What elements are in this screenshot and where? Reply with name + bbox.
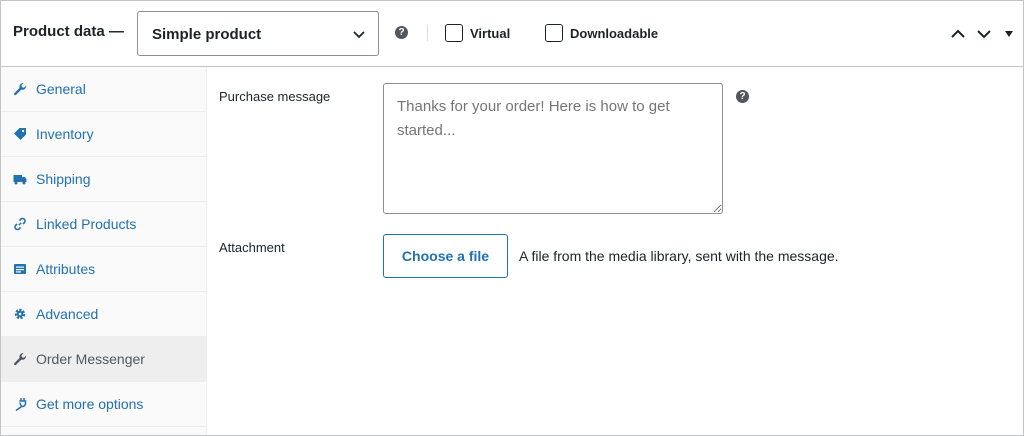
purchase-message-textarea[interactable] (383, 83, 723, 214)
sidebar-item-label: Order Messenger (36, 351, 145, 367)
purchase-message-label: Purchase message (219, 89, 331, 104)
virtual-checkbox-group[interactable]: Virtual (445, 24, 510, 42)
product-data-tabs: General Inventory Shipping Linked Produc… (1, 67, 207, 435)
sidebar-item-order-messenger[interactable]: Order Messenger (1, 337, 206, 382)
chevron-down-icon (353, 31, 365, 39)
chevron-up-icon[interactable] (950, 27, 966, 41)
chevron-down-icon[interactable] (976, 27, 992, 41)
sidebar-item-label: Advanced (36, 306, 99, 322)
truck-icon (13, 175, 27, 185)
sidebar-item-shipping[interactable]: Shipping (1, 157, 206, 202)
sidebar-item-inventory[interactable]: Inventory (1, 112, 206, 157)
sidebar-item-label: Inventory (36, 126, 94, 142)
downloadable-checkbox[interactable] (545, 24, 563, 42)
wrench-icon (14, 83, 27, 96)
virtual-label: Virtual (470, 25, 511, 41)
sidebar-item-label: Get more options (36, 396, 144, 412)
sidebar-item-general[interactable]: General (1, 67, 206, 112)
attachment-label: Attachment (219, 240, 285, 255)
sidebar-item-linked-products[interactable]: Linked Products (1, 202, 206, 247)
product-type-select[interactable]: Simple product (137, 11, 379, 56)
downloadable-checkbox-group[interactable]: Downloadable (545, 24, 658, 42)
sidebar-item-label: General (36, 81, 86, 97)
downloadable-label: Downloadable (570, 25, 659, 41)
wrench-icon (14, 353, 27, 366)
list-icon (14, 264, 26, 274)
help-icon[interactable]: ? (395, 26, 408, 39)
sidebar-item-label: Linked Products (36, 216, 137, 232)
choose-file-button[interactable]: Choose a file (383, 234, 508, 278)
sidebar-item-label: Shipping (36, 171, 91, 187)
link-icon (14, 217, 26, 231)
product-type-value: Simple product (152, 26, 262, 43)
product-data-panel: Product data — Simple product ? Virtual … (0, 0, 1024, 436)
sidebar-item-advanced[interactable]: Advanced (1, 292, 206, 337)
virtual-checkbox[interactable] (445, 24, 463, 42)
attachment-description: A file from the media library, sent with… (519, 248, 839, 264)
gear-icon (14, 308, 26, 320)
plug-icon (15, 398, 27, 411)
tag-icon (14, 128, 26, 140)
caret-down-icon[interactable] (1004, 25, 1014, 43)
panel-header: Product data — Simple product ? Virtual … (1, 1, 1023, 67)
help-icon[interactable]: ? (736, 90, 749, 103)
sidebar-item-get-more-options[interactable]: Get more options (1, 382, 206, 427)
sidebar-item-attributes[interactable]: Attributes (1, 247, 206, 292)
header-divider (427, 25, 428, 41)
panel-title: Product data — (13, 23, 124, 40)
sidebar-item-label: Attributes (36, 261, 96, 277)
